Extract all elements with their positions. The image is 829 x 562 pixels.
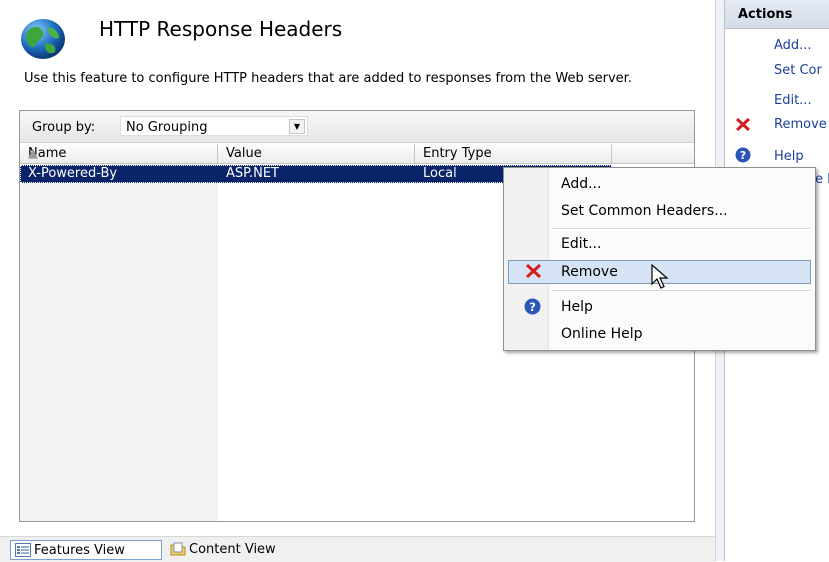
features-view-label: Features View [34,543,125,558]
features-view-icon [15,543,31,557]
help-icon: ? [735,147,751,163]
svg-text:?: ? [529,300,536,314]
column-header-entry-type[interactable]: Entry Type [415,144,612,163]
column-header-row: Name ▲ Value Entry Type [20,144,694,164]
sort-ascending-icon: ▲ [28,146,38,161]
features-view-tab[interactable]: Features View [10,540,162,560]
context-menu-remove[interactable]: Remove [561,264,618,280]
mouse-pointer-icon [651,264,669,289]
action-help[interactable]: Help [774,149,804,164]
context-menu-set-common-headers[interactable]: Set Common Headers... [561,203,728,219]
action-remove[interactable]: Remove [774,117,827,132]
column-header-value[interactable]: Value [218,144,415,163]
globe-icon [21,19,65,59]
page-title: HTTP Response Headers [99,17,343,41]
remove-icon [736,118,750,131]
chevron-down-icon[interactable]: ▼ [289,119,305,134]
actions-header: Actions [725,0,829,29]
action-edit[interactable]: Edit... [774,93,812,108]
remove-icon [526,264,541,278]
name-column-shading [20,164,218,521]
cell-value: ASP.NET [226,166,279,181]
content-view-tab[interactable]: Content View [166,540,326,560]
context-menu-help[interactable]: Help [561,299,593,315]
action-add[interactable]: Add... [774,38,812,53]
context-menu-separator [552,290,810,292]
context-menu-online-help[interactable]: Online Help [561,326,643,342]
action-set-common-headers[interactable]: Set Cor [774,63,822,78]
group-by-bar: Group by: No Grouping ▼ [20,111,694,143]
actions-header-label: Actions [738,7,793,22]
content-view-label: Content View [189,542,276,557]
cell-name: X-Powered-By [28,166,118,181]
group-by-value: No Grouping [126,120,208,135]
page-description: Use this feature to configure HTTP heade… [24,71,632,86]
column-header-name[interactable]: Name ▲ [20,144,218,163]
help-icon: ? [524,298,541,315]
action-online-help[interactable]: e I [815,172,829,187]
column-header-value-label: Value [226,146,262,161]
context-menu-add[interactable]: Add... [561,176,601,192]
group-by-select[interactable]: No Grouping ▼ [120,116,308,136]
group-by-label: Group by: [32,120,96,135]
view-tab-bar: Features View Content View [0,536,715,562]
column-header-entry-type-label: Entry Type [423,146,492,161]
context-menu-gutter [504,168,549,350]
context-menu: Add... Set Common Headers... Edit... Rem… [503,167,816,351]
context-menu-separator [552,228,810,230]
svg-text:?: ? [740,149,746,162]
context-menu-edit[interactable]: Edit... [561,236,601,252]
content-view-icon [170,542,186,556]
cell-entry-type: Local [423,166,457,181]
